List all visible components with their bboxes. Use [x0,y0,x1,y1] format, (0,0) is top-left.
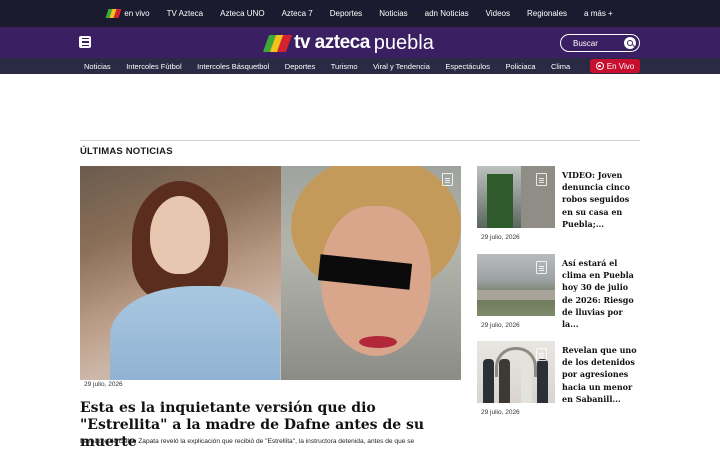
logo-text: tv azteca [294,32,370,53]
side-news-title[interactable]: Así estará el clima en Puebla hoy 30 de … [562,257,640,330]
section-divider [80,140,640,141]
topbar-item-azteca-7[interactable]: Azteca 7 [273,9,321,18]
network-bar: en vivo TV Azteca Azteca UNO Azteca 7 De… [0,0,720,27]
search-icon[interactable] [624,37,636,49]
nav-item-policiaca[interactable]: Policiaca [505,62,535,71]
side-news-title[interactable]: Revelan que uno de los detenidos por agr… [562,344,640,405]
topbar-item-en-vivo[interactable]: en vivo [99,9,158,18]
news-thumbnail[interactable] [477,341,555,403]
section-title: ÚLTIMAS NOTICIAS [80,146,173,157]
nav-item-intercoles-basquetbol[interactable]: Intercoles Básquetbol [197,62,269,71]
gallery-icon [442,173,453,186]
news-thumbnail[interactable] [477,254,555,316]
topbar-item-regionales[interactable]: Regionales [519,9,576,18]
hero-photo-right [281,166,461,380]
nav-item-espectaculos[interactable]: Espectáculos [445,62,490,71]
nav-item-deportes[interactable]: Deportes [285,62,315,71]
brand-header: tv azteca puebla Buscar [0,27,720,58]
side-news-date: 29 julio, 2026 [481,322,520,329]
hero-summary: La madre de Dafne Zapata reveló la expli… [80,438,415,445]
nav-item-noticias[interactable]: Noticias [84,62,111,71]
topbar-item-tv-azteca[interactable]: TV Azteca [158,9,211,18]
nav-item-turismo[interactable]: Turismo [331,62,358,71]
hero-image[interactable] [80,166,461,380]
en-vivo-button[interactable]: En Vivo [590,59,640,73]
topbar-item-mas[interactable]: a más + [576,9,622,18]
side-news-date: 29 julio, 2026 [481,234,520,241]
topbar-item-videos[interactable]: Videos [477,9,518,18]
site-logo[interactable]: tv azteca puebla [262,29,434,57]
logo-city: puebla [373,31,434,54]
topbar-label: en vivo [124,9,150,18]
side-news-item[interactable]: VIDEO: Joven denuncia cinco robos seguid… [477,166,640,248]
search-input[interactable]: Buscar [560,34,640,52]
document-icon [536,261,547,274]
hero-date: 29 julio, 2026 [84,381,123,388]
side-news-item[interactable]: Así estará el clima en Puebla hoy 30 de … [477,254,640,336]
search-placeholder: Buscar [573,38,598,48]
side-news-item[interactable]: Revelan que uno de los detenidos por agr… [477,341,640,423]
en-vivo-label: En Vivo [606,61,635,71]
nav-item-viral[interactable]: Viral y Tendencia [373,62,430,71]
azteca-mark-icon [262,33,293,53]
side-news-title[interactable]: VIDEO: Joven denuncia cinco robos seguid… [562,169,640,230]
topbar-item-deportes[interactable]: Deportes [321,9,370,18]
section-nav: Noticias Intercoles Fútbol Intercoles Bá… [0,58,720,74]
nav-item-intercoles-futbol[interactable]: Intercoles Fútbol [126,62,181,71]
topbar-item-noticias[interactable]: Noticias [371,9,416,18]
side-news-date: 29 julio, 2026 [481,409,520,416]
topbar-item-adn-noticias[interactable]: adn Noticias [416,9,477,18]
topbar-item-azteca-uno[interactable]: Azteca UNO [212,9,273,18]
hero-photo-left [80,166,281,380]
news-thumbnail[interactable] [477,166,555,228]
nav-item-clima[interactable]: Clima [551,62,570,71]
document-icon [536,173,547,186]
hamburger-menu-icon[interactable] [79,36,91,48]
document-icon [536,348,547,361]
azteca-logo-icon [105,9,122,18]
live-icon [595,62,604,70]
